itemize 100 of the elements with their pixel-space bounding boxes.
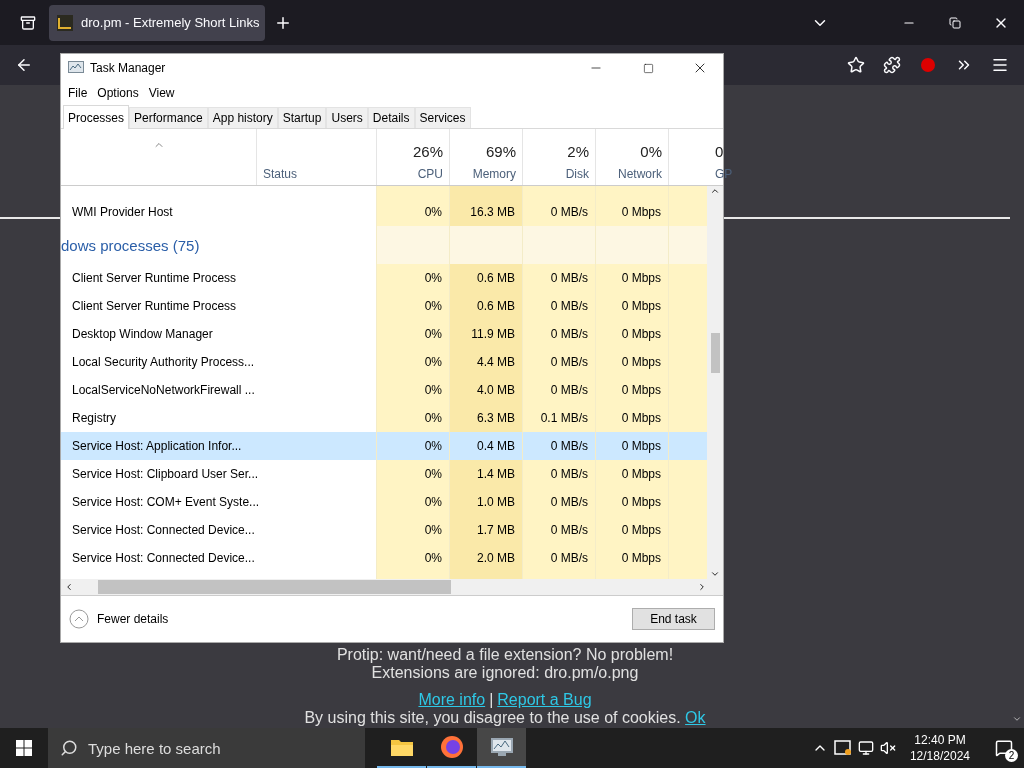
process-row[interactable]: Client Server Runtime Process 0% 0.6 MB 0 MB/s 0 Mbps xyxy=(61,292,707,320)
tab[interactable]: Startup xyxy=(277,107,327,128)
cpu-value: 0% xyxy=(376,348,449,376)
process-row[interactable]: Service Host: Application Infor... 0% 0.4 MB 0 MB/s 0 Mbps xyxy=(61,432,707,460)
taskbar-search-field[interactable]: Type here to search xyxy=(48,728,365,768)
column-header[interactable]: Memory xyxy=(472,167,516,181)
memory-value: 2.0 MB xyxy=(449,544,522,572)
volume-muted-icon[interactable] xyxy=(879,740,896,756)
cookie-ok-link[interactable]: Ok xyxy=(685,709,706,726)
scroll-up-icon[interactable] xyxy=(710,186,720,196)
process-row[interactable]: Service Host: COM+ Event Syste... 0% 1.0 MB 0 MB/s 0 Mbps xyxy=(61,488,707,516)
cpu-value: 0% xyxy=(376,320,449,348)
process-name: LocalServiceNoNetworkFirewall ... xyxy=(71,382,256,399)
disk-value: 0 MB/s xyxy=(522,460,595,488)
network-value: 0 Mbps xyxy=(595,376,668,404)
tab[interactable]: Performance xyxy=(129,107,208,128)
task-manager-icon xyxy=(489,737,514,757)
tab[interactable]: Details xyxy=(367,107,415,128)
menu-item[interactable]: View xyxy=(143,86,180,100)
process-row[interactable]: Service Host: Connected Device... 0% 2.0 MB 0 MB/s 0 Mbps xyxy=(61,544,707,572)
taskbar-clock[interactable]: 12:40 PM 12/18/2024 xyxy=(901,732,978,764)
taskbar-app-button[interactable] xyxy=(477,728,526,768)
column-usage: 0 xyxy=(715,143,724,160)
fewer-details-link[interactable]: Fewer details xyxy=(97,612,169,626)
process-row[interactable]: Registry 0% 6.3 MB 0.1 MB/s 0 Mbps xyxy=(61,404,707,432)
horizontal-scroll-thumb[interactable] xyxy=(98,580,451,594)
end-task-button[interactable]: End task xyxy=(632,608,715,630)
search-icon xyxy=(60,739,78,757)
column-header[interactable]: Status xyxy=(263,167,298,181)
menu-item[interactable]: Options xyxy=(92,86,144,100)
process-row[interactable]: Service Host: Connected Device... 0% 1.7 MB 0 MB/s 0 Mbps xyxy=(61,516,707,544)
report-bug-link[interactable]: Report a Bug xyxy=(497,691,592,709)
tab[interactable]: App history xyxy=(207,107,278,128)
network-value: 0 Mbps xyxy=(595,198,668,226)
column-header[interactable]: GP xyxy=(715,167,733,181)
column-header[interactable]: CPU xyxy=(417,167,443,181)
memory-value: 1.0 MB xyxy=(449,488,522,516)
memory-value: 6.3 MB xyxy=(449,404,522,432)
cpu-value: 0% xyxy=(376,376,449,404)
disk-value: 0 MB/s xyxy=(522,198,595,226)
process-row[interactable]: WMI Provider Host 0% 16.3 MB 0 MB/s 0 Mbps xyxy=(61,198,707,226)
group-header[interactable]: dows processes (75) xyxy=(61,226,376,264)
search-placeholder: Type here to search xyxy=(88,739,221,757)
protip-text: Protip: want/need a file extension? No problem! xyxy=(336,646,674,664)
cpu-value: 0% xyxy=(376,264,449,292)
memory-value: 4.0 MB xyxy=(449,376,522,404)
network-value: 0 Mbps xyxy=(595,264,668,292)
scroll-down-icon[interactable] xyxy=(710,569,720,579)
gpu-cell xyxy=(668,198,707,226)
process-row[interactable]: LocalServiceNoNetworkFirewall ... 0% 4.0 MB 0 MB/s 0 Mbps xyxy=(61,376,707,404)
column-usage: 2% xyxy=(567,143,589,160)
column-usage: 0% xyxy=(640,143,662,160)
memory-value: 4.4 MB xyxy=(449,348,522,376)
tray-app-icon[interactable] xyxy=(833,740,852,756)
cpu-value: 0% xyxy=(376,404,449,432)
disk-value: 0 MB/s xyxy=(522,320,595,348)
disk-value: 0.1 MB/s xyxy=(522,404,595,432)
memory-value: 1.4 MB xyxy=(449,460,522,488)
process-name: Service Host: COM+ Event Syste... xyxy=(71,494,256,511)
scroll-down-icon[interactable] xyxy=(1012,714,1022,724)
more-info-link[interactable]: More info xyxy=(418,691,486,709)
process-row[interactable]: Service Host: Clipboard User Ser... 0% 1.4 MB 0 MB/s 0 Mbps xyxy=(61,460,707,488)
process-row[interactable]: Client Server Runtime Process 0% 0.6 MB 0 MB/s 0 Mbps xyxy=(61,264,707,292)
network-icon[interactable] xyxy=(857,740,874,756)
tab[interactable]: Users xyxy=(326,107,368,128)
column-header[interactable]: Disk xyxy=(565,167,589,181)
cpu-value: 0% xyxy=(376,198,449,226)
gpu-cell xyxy=(668,404,707,432)
process-row[interactable]: Desktop Window Manager 0% 11.9 MB 0 MB/s 0 Mbps xyxy=(61,320,707,348)
window-title: Task Manager xyxy=(90,61,166,75)
cpu-value: 0% xyxy=(376,488,449,516)
task-manager-icon xyxy=(68,61,84,75)
network-value: 0 Mbps xyxy=(595,544,668,572)
column-header[interactable]: Network xyxy=(618,167,662,181)
scroll-left-icon[interactable] xyxy=(64,582,74,592)
firefox-icon xyxy=(439,735,464,759)
maximize-icon[interactable] xyxy=(642,62,654,74)
process-name: Local Security Authority Process... xyxy=(71,354,256,371)
network-value: 0 Mbps xyxy=(595,320,668,348)
gpu-cell xyxy=(668,460,707,488)
process-row[interactable]: Local Security Authority Process... 0% 4.4 MB 0 MB/s 0 Mbps xyxy=(61,348,707,376)
folder-icon xyxy=(390,738,413,756)
tab[interactable]: Processes xyxy=(63,105,130,129)
notifications-button[interactable]: 2 xyxy=(984,728,1024,768)
menu-item[interactable]: File xyxy=(63,86,93,100)
scroll-thumb[interactable] xyxy=(710,332,720,373)
windows-logo-icon xyxy=(16,740,32,756)
process-name: Desktop Window Manager xyxy=(71,326,214,343)
gpu-cell xyxy=(668,264,707,292)
memory-value: 1.7 MB xyxy=(449,516,522,544)
browser-tab[interactable]: dro.pm - Extremely Short Links xyxy=(49,4,265,41)
network-value: 0 Mbps xyxy=(595,348,668,376)
memory-value: 11.9 MB xyxy=(449,320,522,348)
disk-value: 0 MB/s xyxy=(522,292,595,320)
collapse-icon[interactable] xyxy=(69,609,89,629)
memory-value: 16.3 MB xyxy=(449,198,522,226)
disk-value: 0 MB/s xyxy=(522,376,595,404)
disk-value: 0 MB/s xyxy=(522,488,595,516)
tab[interactable]: Services xyxy=(414,107,471,128)
scroll-right-icon[interactable] xyxy=(697,582,707,592)
